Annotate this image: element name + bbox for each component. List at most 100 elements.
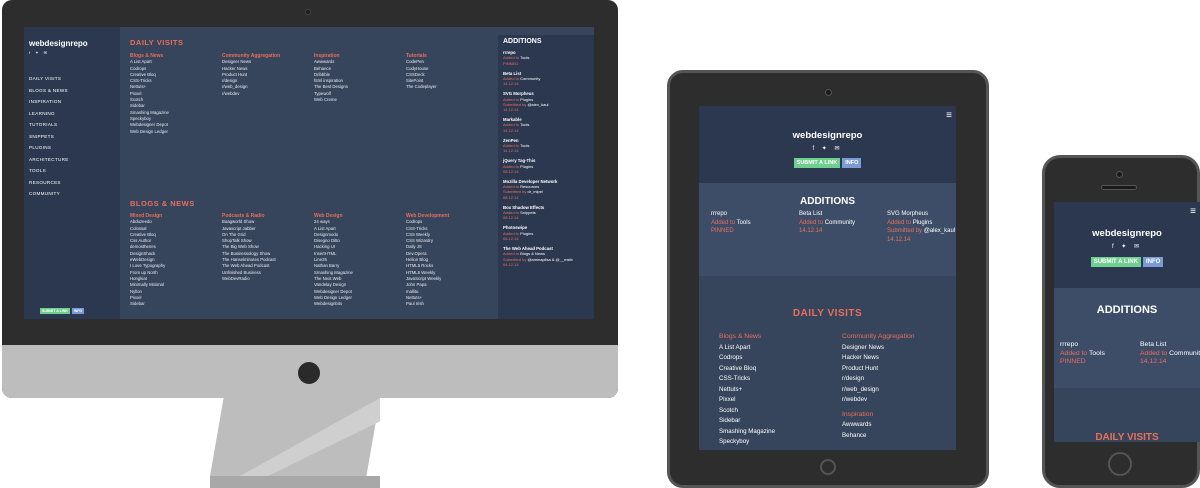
site-link[interactable]: Web Creme [314,97,404,103]
addition-category[interactable]: Tools [520,143,529,148]
site-link[interactable]: Product Hunt [842,364,915,375]
site-link[interactable]: A List Apart [719,343,775,354]
site-link[interactable]: Sidebar [130,301,220,307]
addition-title[interactable]: Beta List [1140,341,1200,350]
submitted-by-label: Submitted by [503,189,527,195]
site-logo[interactable]: webdesignrepo [29,39,88,48]
submit-link-button[interactable]: SUBMIT A LINK [40,308,70,314]
additions-list: rrrepo Added to Tools PINNED Beta List Added… [711,210,956,244]
site-link[interactable]: Sidebar [719,416,775,427]
sidebar-item[interactable]: TUTORIALS [29,119,69,131]
site-link[interactable]: r/design [842,374,915,385]
added-to-label: Added to [503,55,520,61]
info-button[interactable]: INFO [71,308,85,314]
addition-category[interactable]: Tools [520,55,529,60]
site-link[interactable]: Codrops [719,353,775,364]
site-link[interactable]: Webdesignbits [314,301,404,307]
submitter-name[interactable]: dr_mipel [527,189,542,194]
submitted-by-label: Submitted by [503,256,527,262]
site-link[interactable]: WebDevRadio [222,276,312,282]
daily-visits-heading: DAILY VISITS [1095,432,1159,442]
site-link[interactable]: Pixxel [719,395,775,406]
addition-category[interactable]: Tools [520,122,529,127]
link-column: Podcasts & Radio Boagworld Show Javascript… [222,213,312,307]
menu-icon[interactable]: ≡ [946,110,952,121]
submitter-name[interactable]: @alex_kaul [924,228,955,234]
menu-icon[interactable]: ≡ [1190,206,1196,217]
addition-category[interactable]: Plugins [520,231,533,236]
site-link[interactable]: r/web_design [842,385,915,396]
site-logo[interactable]: webdesignrepo [699,106,956,141]
added-to-label: Added to [887,219,912,226]
site-link[interactable]: Speckyboy [719,437,775,448]
site-link[interactable]: Creative Bloq [719,364,775,375]
site-link[interactable]: Nettuts+ [719,385,775,396]
sidebar-item[interactable]: SNIPPETS [29,131,69,143]
site-link[interactable]: Smashing Magazine [719,427,775,438]
addition-date: 14.12.14 [1140,358,1167,365]
info-button[interactable]: INFO [1142,257,1164,267]
added-to-label: Added to [799,219,824,226]
addition-title[interactable]: rrrepo [711,210,781,219]
addition-title[interactable]: Beta List [799,210,869,219]
addition-category[interactable]: Community [825,220,855,226]
social-icons[interactable]: f ✦ ✉ [699,145,956,152]
addition-date: 14.12.14 [887,236,911,243]
site-link[interactable]: Awwwards [842,420,915,431]
social-icons[interactable]: f ✦ ✉ [29,50,49,55]
addition-date: 04.12.14 [503,261,519,267]
site-link[interactable]: r/webdev [842,395,915,406]
blogs-news-heading: BLOGS & NEWS [130,199,195,208]
addition-title[interactable]: SVG Morpheus [887,210,956,219]
addition-category[interactable]: Community [1169,350,1200,357]
addition-category[interactable]: Tools [737,220,751,226]
addition-date: 14.12.14 [503,81,519,87]
desktop-sidebar: webdesignrepo f ✦ ✉ DAILY VISITS BLOGS & … [24,27,120,319]
sidebar-item[interactable]: DAILY VISITS [29,73,69,85]
sidebar-item[interactable]: ARCHITECTURE [29,154,69,166]
site-link[interactable]: The Codeplayer [406,84,496,90]
addition-date: 14.12.14 [503,148,519,154]
addition-category[interactable]: Tools [1089,350,1105,357]
addition-date: PINNED [1060,358,1086,365]
sidebar-item[interactable]: COMMUNITY [29,188,69,200]
category-heading: Blogs & News [719,333,762,340]
site-link[interactable]: Web Design Ledger [130,129,220,135]
tablet-home-button [820,459,836,475]
social-icons[interactable]: f ✦ ✉ [1054,243,1200,250]
addition-item: SVG Morpheus Added to Plugins Submitted by… [887,210,956,244]
addition-category[interactable]: Plugins [520,164,533,169]
site-link[interactable]: r/webdev [222,91,312,97]
sidebar-item[interactable]: RESOURCES [29,177,69,189]
info-button[interactable]: INFO [842,158,862,168]
addition-category[interactable]: Community [520,76,540,81]
addition-date: 08.12.14 [503,168,519,174]
site-link[interactable]: Hacker News [842,353,915,364]
sidebar-nav: DAILY VISITS BLOGS & NEWS INSPIRATION LEARN… [29,73,69,200]
addition-category[interactable]: Snippets [520,210,536,215]
sidebar-item[interactable]: BLOGS & NEWS [29,85,69,97]
sidebar-item[interactable]: PLUGINS [29,142,69,154]
site-link[interactable]: CSS-Tricks [719,374,775,385]
addition-category[interactable]: Plugins [913,220,933,226]
submit-link-button[interactable]: SUBMIT A LINK [1090,257,1141,267]
addition-date: 14.12.14 [799,228,823,234]
sidebar-item[interactable]: INSPIRATION [29,96,69,108]
site-logo[interactable]: webdesignrepo [1054,202,1200,239]
addition-title[interactable]: rrrepo [1060,341,1120,350]
sidebar-item[interactable]: TOOLS [29,165,69,177]
addition-date: 14.12.14 [503,127,519,133]
site-link[interactable]: Designer News [842,343,915,354]
addition-item: Beta ListAdded to Community14.12.14 [1140,341,1200,367]
submitter-name[interactable]: @alex_kaul [527,102,548,107]
addition-item: rrrepo Added to Tools PINNED [1060,341,1120,367]
submit-link-button[interactable]: SUBMIT A LINK [793,158,841,168]
submitter-name[interactable]: @aminapilsa & @__mstb [527,257,572,262]
site-link[interactable]: Behance [842,431,915,442]
link-column: Inspiration Awwwards Behance Dribbble html i… [314,53,404,135]
site-link[interactable]: Scotch [719,406,775,417]
sidebar-item[interactable]: LEARNING [29,108,69,120]
daily-visits-heading: DAILY VISITS [792,308,863,319]
site-link[interactable]: Paul Irish [406,301,496,307]
